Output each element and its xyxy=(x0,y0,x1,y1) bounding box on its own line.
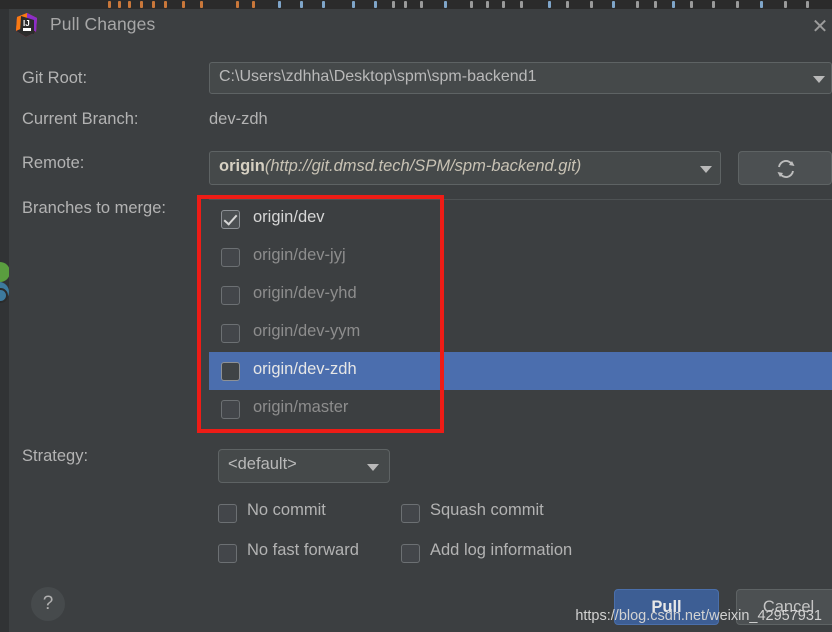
chevron-down-icon[interactable] xyxy=(813,76,825,83)
backdrop-code-tick xyxy=(760,1,763,8)
backdrop-code-tick xyxy=(108,1,111,8)
backdrop-code-tick xyxy=(566,1,569,8)
backdrop-code-tick xyxy=(690,1,693,8)
refresh-icon xyxy=(777,160,795,178)
backdrop-code-tick xyxy=(252,1,255,8)
backdrop-code-tick xyxy=(128,1,131,8)
backdrop-code-tick xyxy=(520,1,523,8)
backdrop-code-tick xyxy=(806,1,809,8)
checkbox-label: No fast forward xyxy=(247,541,359,559)
branch-checkbox[interactable] xyxy=(221,324,240,343)
checkbox-label: Squash commit xyxy=(430,501,544,519)
remote-url: (http://git.dmsd.tech/SPM/spm-backend.gi… xyxy=(264,157,582,175)
backdrop-code-tick xyxy=(182,1,185,8)
backdrop-code-tick xyxy=(236,1,239,8)
ide-gutter-icon xyxy=(0,262,9,310)
checkbox-label: No commit xyxy=(247,501,326,519)
backdrop-code-tick xyxy=(322,1,325,8)
strategy-value: <default> xyxy=(228,455,297,473)
backdrop-code-tick xyxy=(200,1,203,8)
checkbox-label: Add log information xyxy=(430,541,573,559)
backdrop-code-tick xyxy=(444,1,447,8)
branch-list-item[interactable]: origin/dev-jyj xyxy=(209,238,832,276)
backdrop-code-tick xyxy=(548,1,551,8)
intellij-idea-logo-icon: IJ xyxy=(14,12,40,38)
branch-checkbox[interactable] xyxy=(221,286,240,305)
watermark-text: https://blog.csdn.net/weixin_42957931 xyxy=(575,608,822,624)
backdrop-code-tick xyxy=(470,1,473,8)
backdrop-code-tick xyxy=(118,1,121,8)
backdrop-code-tick xyxy=(392,1,395,8)
backdrop-code-tick xyxy=(672,1,675,8)
branch-checkbox[interactable] xyxy=(221,210,240,229)
backdrop-code-tick xyxy=(654,1,657,8)
remote-label: Remote: xyxy=(22,154,85,172)
branch-name-label: origin/dev-jyj xyxy=(253,246,346,264)
remote-combobox[interactable]: origin(http://git.dmsd.tech/SPM/spm-back… xyxy=(209,151,721,185)
remote-value: origin(http://git.dmsd.tech/SPM/spm-back… xyxy=(219,157,581,176)
branch-list-item[interactable]: origin/dev-yhd xyxy=(209,276,832,314)
chevron-down-icon[interactable] xyxy=(700,166,712,173)
backdrop-code-tick xyxy=(278,1,281,8)
git-root-label: Git Root: xyxy=(22,69,88,87)
backdrop-code-tick xyxy=(612,1,615,8)
strategy-label: Strategy: xyxy=(22,447,89,465)
remote-name: origin xyxy=(219,157,265,175)
backdrop-code-tick xyxy=(300,1,303,8)
backdrop-code-tick xyxy=(784,1,787,8)
git-root-value: C:\Users\zdhha\Desktop\spm\spm-backend1 xyxy=(219,68,537,85)
git-root-combobox[interactable]: C:\Users\zdhha\Desktop\spm\spm-backend1 xyxy=(209,62,832,94)
branch-name-label: origin/dev-yhd xyxy=(253,284,357,302)
backdrop-code-tick xyxy=(590,1,593,8)
dialog-titlebar: IJ Pull Changes ✕ xyxy=(9,9,832,51)
branch-name-label: origin/dev-yym xyxy=(253,322,361,340)
backdrop-code-tick xyxy=(374,1,377,8)
backdrop-code-tick xyxy=(486,1,489,8)
refresh-remotes-button[interactable] xyxy=(738,151,832,185)
dialog-title: Pull Changes xyxy=(50,14,156,34)
branch-checkbox[interactable] xyxy=(221,362,240,381)
branch-name-label: origin/master xyxy=(253,398,349,416)
branch-list-item[interactable]: origin/master xyxy=(209,390,832,428)
backdrop-code-tick xyxy=(152,1,155,8)
backdrop-code-tick xyxy=(712,1,715,8)
backdrop-code-tick xyxy=(164,1,167,8)
branch-checkbox[interactable] xyxy=(221,248,240,267)
branch-list-item[interactable]: origin/dev-zdh xyxy=(209,352,832,390)
backdrop-code-tick xyxy=(736,1,739,8)
branches-to-merge-label: Branches to merge: xyxy=(22,199,166,217)
checkbox-box[interactable] xyxy=(401,544,420,563)
branches-to-merge-list[interactable]: origin/dev origin/dev-jyj origin/dev-yhd or… xyxy=(209,199,832,434)
branch-checkbox[interactable] xyxy=(221,400,240,419)
ide-left-gutter xyxy=(0,9,9,632)
backdrop-code-tick xyxy=(502,1,505,8)
backdrop-code-tick xyxy=(636,1,639,8)
current-branch-label: Current Branch: xyxy=(22,110,139,128)
checkbox-box[interactable] xyxy=(218,504,237,523)
strategy-combobox[interactable]: <default> xyxy=(218,449,390,483)
checkbox-box[interactable] xyxy=(401,504,420,523)
current-branch-value: dev-zdh xyxy=(209,110,268,128)
close-icon[interactable]: ✕ xyxy=(804,11,832,43)
branch-list-item[interactable]: origin/dev xyxy=(209,200,832,238)
backdrop-code-tick xyxy=(404,1,407,8)
backdrop-code-tick xyxy=(140,1,143,8)
branch-name-label: origin/dev-zdh xyxy=(253,360,357,378)
ide-editor-backdrop xyxy=(0,0,832,9)
backdrop-code-tick xyxy=(420,1,423,8)
branch-name-label: origin/dev xyxy=(253,208,325,226)
branch-list-item[interactable]: origin/dev-yym xyxy=(209,314,832,352)
svg-text:IJ: IJ xyxy=(23,19,30,28)
pull-changes-dialog: IJ Pull Changes ✕ Git Root: C:\Users\zdh… xyxy=(9,9,832,632)
chevron-down-icon[interactable] xyxy=(367,464,379,471)
backdrop-code-tick xyxy=(352,1,355,8)
checkbox-box[interactable] xyxy=(218,544,237,563)
